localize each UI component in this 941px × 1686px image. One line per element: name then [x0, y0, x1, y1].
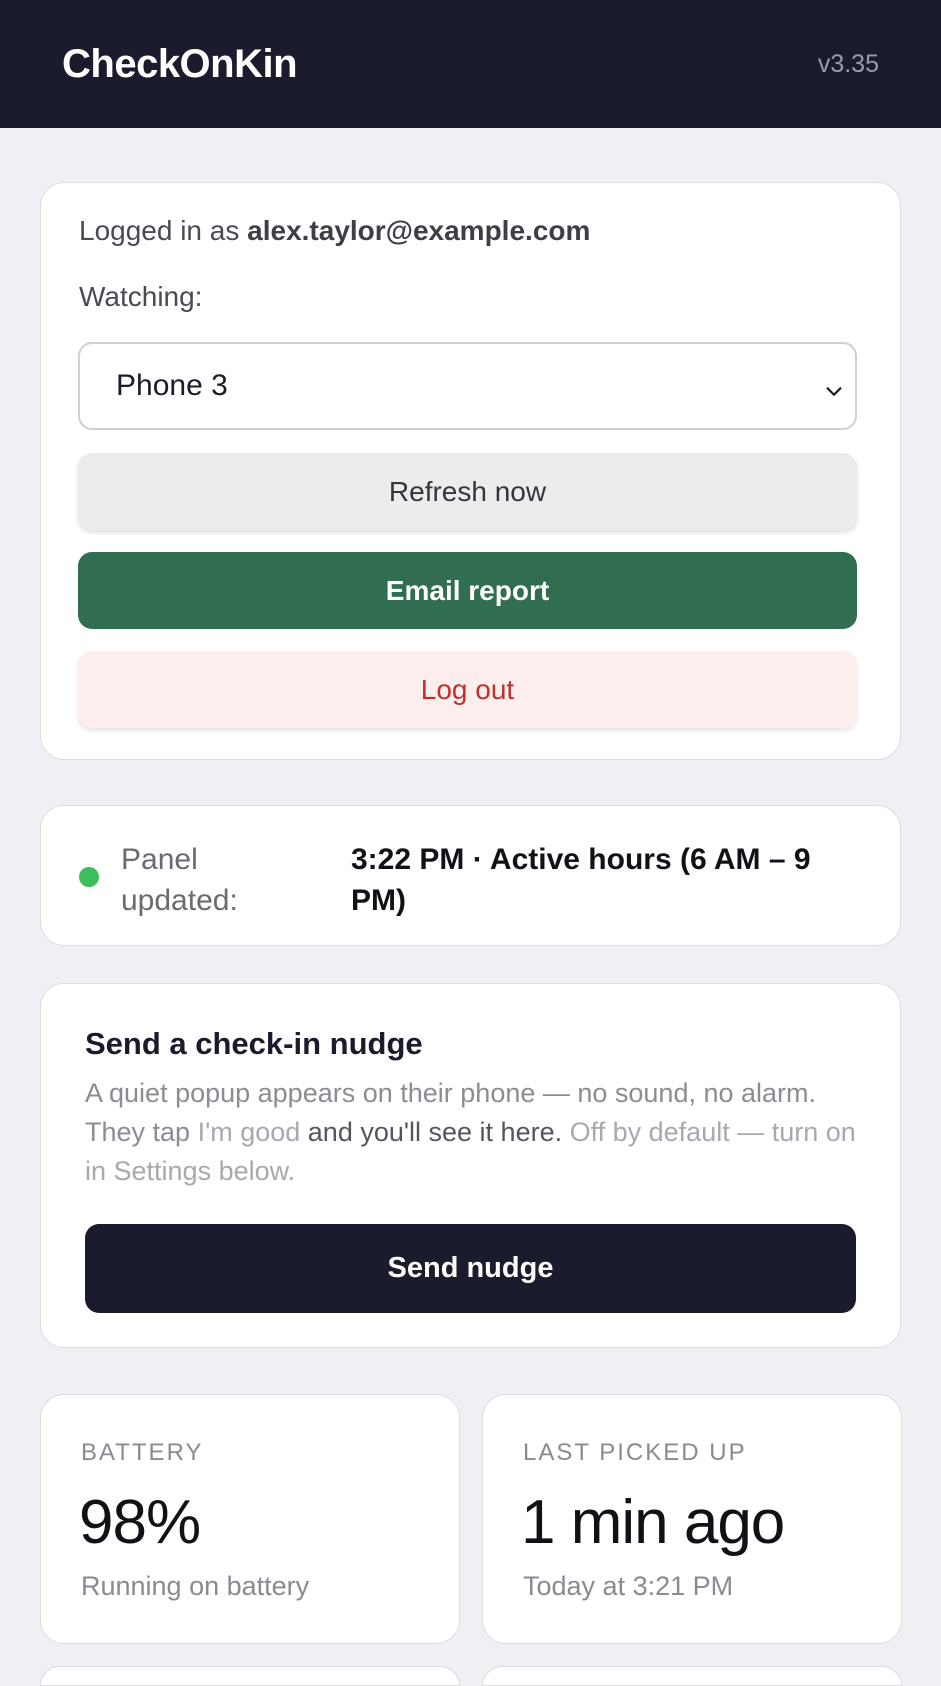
last-picked-up-sub: Today at 3:21 PM [523, 1571, 734, 1601]
logout-button[interactable]: Log out [78, 651, 857, 728]
app-title: CheckOnKin [62, 41, 298, 86]
refresh-button[interactable]: Refresh now [78, 453, 857, 530]
panel-updated-label: Panel updated: [121, 843, 238, 917]
top-bar: CheckOnKin v3.35 [0, 0, 941, 128]
device-select-value: Phone 3 [116, 369, 228, 402]
status-indicator-dot [79, 867, 99, 887]
nudge-desc-im-good: I'm good [197, 1117, 301, 1147]
device-select[interactable]: Phone 3 [78, 342, 857, 430]
logged-in-text: Logged in as alex.taylor@example.com [79, 215, 590, 247]
battery-card: BATTERY 98% Running on battery [40, 1394, 460, 1644]
battery-label: BATTERY [81, 1439, 204, 1466]
next-card-left [40, 1666, 460, 1686]
user-email: alex.taylor@example.com [247, 215, 591, 246]
last-picked-up-label: LAST PICKED UP [523, 1439, 747, 1466]
next-card-right [482, 1666, 902, 1686]
battery-value: 98% [79, 1488, 201, 1557]
nudge-title: Send a check-in nudge [85, 1026, 423, 1061]
watching-label: Watching: [79, 281, 203, 312]
account-card: Logged in as alex.taylor@example.com Wat… [40, 182, 901, 760]
send-nudge-button[interactable]: Send nudge [85, 1224, 856, 1313]
panel-updated-value: 3:22 PM · Active hours (6 AM – 9 PM) [351, 843, 811, 917]
version-label: v3.35 [817, 49, 879, 78]
nudge-card: Send a check-in nudge A quiet popup appe… [40, 983, 901, 1348]
last-picked-up-value: 1 min ago [521, 1488, 785, 1557]
battery-sub: Running on battery [81, 1571, 310, 1601]
email-report-button[interactable]: Email report [78, 552, 857, 629]
last-picked-up-card: LAST PICKED UP 1 min ago Today at 3:21 P… [482, 1394, 902, 1644]
chevron-down-icon [823, 377, 842, 396]
nudge-desc-part2: and you'll see it here. [300, 1117, 563, 1147]
status-card: Panel updated: 3:22 PM · Active hours (6… [40, 805, 901, 946]
logged-in-prefix: Logged in as [79, 215, 248, 246]
nudge-description: A quiet popup appears on their phone — n… [85, 1074, 865, 1191]
